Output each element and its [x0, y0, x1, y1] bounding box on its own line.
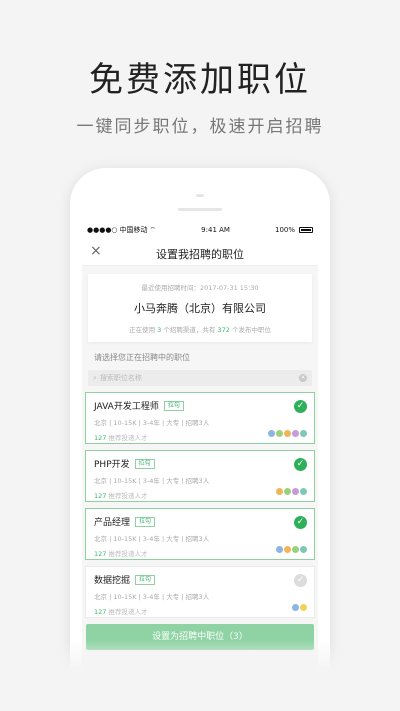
recommend-count: 127 — [94, 550, 107, 558]
signal-icon: ●●●●○ — [87, 226, 118, 234]
status-bar: ●●●●○ 中国移动 ⌔ 9:41 AM 100% — [82, 222, 318, 238]
job-source-tag: 拉勾 — [135, 516, 156, 527]
job-recommend: 127 推荐投递人才 — [94, 606, 306, 616]
job-source-tag: 拉勾 — [135, 574, 156, 585]
recommend-label: 推荐投递人才 — [108, 550, 148, 558]
phone-mockup: ●●●●○ 中国移动 ⌔ 9:41 AM 100% × 设置我招聘的职位 最近使… — [70, 168, 330, 711]
check-icon[interactable]: ✓ — [294, 458, 307, 471]
check-icon[interactable]: ✓ — [294, 400, 307, 413]
job-title: JAVA开发工程师 — [94, 402, 159, 412]
promo-subline: 一键同步职位，极速开启招聘 — [76, 117, 324, 137]
candidate-avatar — [300, 488, 307, 495]
page-title: 设置我招聘的职位 — [156, 248, 244, 261]
status-time: 9:41 AM — [201, 226, 230, 234]
nav-bar: × 设置我招聘的职位 — [82, 238, 318, 266]
candidate-avatar — [284, 488, 291, 495]
candidate-avatars — [292, 604, 307, 611]
battery-icon — [299, 227, 313, 233]
stats-suffix: 个发布中职位 — [231, 326, 271, 334]
job-source-tag: 拉勾 — [134, 458, 155, 469]
recommend-count: 127 — [94, 492, 107, 500]
recommend-count: 127 — [94, 434, 107, 442]
search-icon: ⌕ — [93, 373, 97, 382]
carrier-name: 中国移动 — [119, 226, 148, 234]
job-item[interactable]: PHP开发 拉勾 北京 | 10-15K | 3-4年 | 大专 | 招聘3人 … — [85, 450, 315, 502]
job-title: 数据挖掘 — [94, 576, 131, 586]
section-label: 请选择您正在招聘中的职位 — [94, 353, 190, 362]
candidate-avatar — [268, 430, 275, 437]
job-requirements: 北京 | 10-15K | 3-4年 | 大专 | 招聘3人 — [94, 477, 210, 485]
recommend-count: 127 — [94, 608, 107, 616]
job-title: PHP开发 — [94, 460, 130, 470]
candidate-avatar — [292, 604, 299, 611]
candidate-avatar — [300, 430, 307, 437]
company-card: 最近使用招聘时间：2017-07-31 15:30 小马奔腾（北京）有限公司 正… — [88, 274, 312, 342]
recommend-label: 推荐投递人才 — [108, 434, 148, 442]
candidate-avatar — [284, 430, 291, 437]
speaker-grille — [178, 208, 222, 211]
job-source-tag: 拉勾 — [163, 400, 184, 411]
candidate-avatar — [284, 546, 291, 553]
job-count: 372 — [217, 326, 230, 334]
check-icon[interactable]: ✓ — [294, 574, 307, 587]
stats-prefix: 正在使用 — [129, 326, 156, 334]
job-item[interactable]: 数据挖掘 拉勾 北京 | 10-15K | 3-4年 | 大专 | 招聘3人 1… — [85, 566, 315, 618]
candidate-avatar — [276, 546, 283, 553]
recommend-label: 推荐投递人才 — [108, 492, 148, 500]
recommend-label: 推荐投递人才 — [108, 608, 148, 616]
search-input[interactable]: ⌕ 搜索职位名称 × — [88, 370, 312, 386]
job-requirements: 北京 | 10-15K | 3-4年 | 大专 | 招聘3人 — [94, 419, 210, 427]
candidate-avatar — [276, 488, 283, 495]
candidate-avatar — [292, 430, 299, 437]
job-requirements: 北京 | 10-15K | 3-4年 | 大专 | 招聘3人 — [94, 593, 210, 601]
job-item[interactable]: JAVA开发工程师 拉勾 北京 | 10-15K | 3-4年 | 大专 | 招… — [85, 392, 315, 444]
check-icon[interactable]: ✓ — [294, 516, 307, 529]
company-last-used: 最近使用招聘时间：2017-07-31 15:30 — [141, 284, 259, 292]
company-stats: 正在使用 3 个招聘渠道，共有 372 个发布中职位 — [94, 324, 306, 334]
promo-headline: 免费添加职位 — [89, 60, 311, 100]
phone-top-bezel — [70, 168, 330, 220]
candidate-avatar — [300, 604, 307, 611]
phone-screen: ●●●●○ 中国移动 ⌔ 9:41 AM 100% × 设置我招聘的职位 最近使… — [82, 222, 318, 711]
battery-percent: 100% — [274, 226, 295, 234]
job-recommend: 127 推荐投递人才 — [94, 548, 306, 558]
job-recommend: 127 推荐投递人才 — [94, 490, 306, 500]
candidate-avatars — [268, 430, 307, 437]
candidate-avatars — [276, 546, 307, 553]
job-title: 产品经理 — [94, 518, 131, 528]
candidate-avatar — [300, 546, 307, 553]
stats-mid: 个招聘渠道，共有 — [163, 326, 216, 334]
camera-dot — [196, 194, 204, 197]
candidate-avatar — [292, 546, 299, 553]
channel-count: 3 — [157, 326, 162, 334]
wifi-icon: ⌔ — [149, 225, 157, 234]
candidate-avatars — [276, 488, 307, 495]
clear-icon[interactable]: × — [299, 374, 307, 382]
company-name: 小马奔腾（北京）有限公司 — [134, 302, 266, 315]
candidate-avatar — [276, 430, 283, 437]
search-placeholder[interactable]: 搜索职位名称 — [100, 373, 299, 383]
bottom-fade — [0, 640, 400, 711]
job-item[interactable]: 产品经理 拉勾 北京 | 10-15K | 3-4年 | 大专 | 招聘3人 1… — [85, 508, 315, 560]
job-list: JAVA开发工程师 拉勾 北京 | 10-15K | 3-4年 | 大专 | 招… — [82, 392, 318, 618]
candidate-avatar — [292, 488, 299, 495]
job-requirements: 北京 | 10-15K | 3-4年 | 大专 | 招聘3人 — [94, 535, 210, 543]
